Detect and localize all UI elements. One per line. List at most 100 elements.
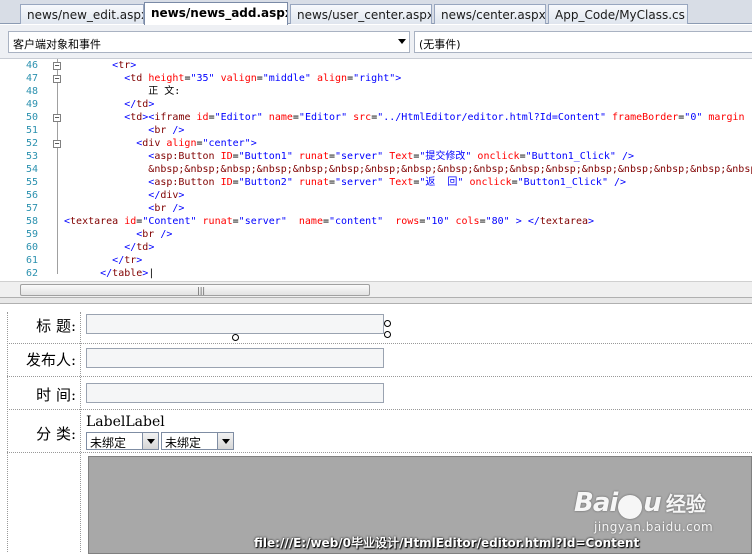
- table-border: [80, 312, 81, 552]
- code-line: 54 &nbsp;&nbsp;&nbsp;&nbsp;&nbsp;&nbsp;&…: [0, 163, 752, 176]
- iframe-source-path: file:///E:/web/0毕业设计/HtmlEditor/editor.h…: [254, 536, 640, 550]
- navigation-bar: 客户端对象和事件 (无事件): [0, 25, 752, 59]
- client-object-dropdown[interactable]: 客户端对象和事件: [8, 31, 410, 53]
- collapse-icon[interactable]: −: [53, 140, 61, 148]
- code-editor[interactable]: 46 − <tr> 47 − <td height="35" valign="midd…: [0, 59, 752, 281]
- line-number: 48: [25, 86, 38, 97]
- code-text: </div>: [148, 190, 185, 201]
- line-number: 58: [25, 216, 38, 227]
- label-control-text: LabelLabel: [86, 414, 165, 430]
- code-text: <td><iframe id="Editor" name="Editor" sr…: [124, 112, 745, 123]
- code-line: 57 <br />: [0, 202, 752, 215]
- collapse-icon[interactable]: −: [53, 114, 61, 122]
- code-text: <div align="center">: [136, 138, 257, 149]
- code-text: 正 文:: [64, 86, 181, 97]
- table-row-divider: [7, 343, 752, 344]
- code-line: 52 − <div align="center">: [0, 137, 752, 150]
- code-text: </table>|: [100, 268, 155, 279]
- table-row-divider: [7, 452, 752, 453]
- tab-label: news/center.aspx: [441, 8, 546, 22]
- line-number: 54: [25, 164, 38, 175]
- code-text: <br />: [148, 125, 185, 136]
- horizontal-scrollbar[interactable]: |||: [0, 281, 752, 297]
- code-line: 49 </td>: [0, 98, 752, 111]
- code-text: <asp:Button ID="Button2" runat="server" …: [148, 177, 627, 188]
- resize-handle[interactable]: [232, 334, 239, 341]
- line-number: 46: [25, 60, 38, 71]
- code-text: <td height="35" valign="middle" align="r…: [124, 73, 402, 84]
- watermark-url: jingyan.baidu.com: [594, 520, 714, 534]
- watermark-cn: 经验: [665, 492, 706, 516]
- tab-myclass[interactable]: App_Code/MyClass.cs: [548, 4, 688, 24]
- category-select-1[interactable]: 未绑定: [86, 432, 159, 450]
- line-number: 62: [25, 268, 38, 279]
- publisher-input[interactable]: [86, 348, 384, 368]
- watermark-brand: u: [643, 488, 661, 518]
- code-line: 48 正 文:: [0, 85, 752, 98]
- line-number: 52: [25, 138, 38, 149]
- resize-handle[interactable]: [384, 320, 391, 327]
- code-line: 59 <br />: [0, 228, 752, 241]
- watermark-brand: Bai: [574, 488, 618, 518]
- code-line: 58 <textarea id="Content" runat="server" …: [0, 215, 752, 228]
- line-number: 59: [25, 229, 38, 240]
- baidu-jingyan-watermark: Bai u 经验 jingyan.baidu.com: [574, 488, 713, 534]
- select-value: 未绑定: [165, 436, 202, 450]
- collapse-icon[interactable]: −: [53, 75, 61, 83]
- code-line: 53 <asp:Button ID="Button1" runat="serve…: [0, 150, 752, 163]
- tab-news-add[interactable]: news/news_add.aspx*: [144, 2, 288, 25]
- line-number: 57: [25, 203, 38, 214]
- line-number: 47: [25, 73, 38, 84]
- resize-handle[interactable]: [384, 331, 391, 338]
- line-number: 55: [25, 177, 38, 188]
- code-line: 47 − <td height="35" valign="middle" alig…: [0, 72, 752, 85]
- code-line: 46 − <tr>: [0, 59, 752, 72]
- code-text: <textarea id="Content" runat="server" na…: [64, 216, 595, 227]
- line-number: 56: [25, 190, 38, 201]
- line-number: 50: [25, 112, 38, 123]
- table-row-divider: [7, 376, 752, 377]
- chevron-down-icon: [217, 433, 233, 449]
- table-row-divider: [7, 409, 752, 410]
- tab-label: news/user_center.aspx: [297, 8, 432, 22]
- tab-user-center[interactable]: news/user_center.aspx: [290, 4, 432, 24]
- line-number: 49: [25, 99, 38, 110]
- line-number: 60: [25, 242, 38, 253]
- title-label: 标 题:: [36, 317, 76, 335]
- dropdown-value: 客户端对象和事件: [13, 38, 101, 51]
- code-text: <asp:Button ID="Button1" runat="server" …: [148, 151, 634, 162]
- code-line: 55 <asp:Button ID="Button2" runat="serve…: [0, 176, 752, 189]
- code-line: 50 − <td><iframe id="Editor" name="Editor…: [0, 111, 752, 124]
- tab-new-edit[interactable]: news/new_edit.aspx: [20, 4, 144, 24]
- code-text: <tr>: [112, 60, 137, 71]
- title-input[interactable]: [86, 314, 384, 334]
- scrollbar-thumb[interactable]: |||: [20, 284, 370, 296]
- select-value: 未绑定: [90, 436, 127, 450]
- code-line: 62 </table>|: [0, 267, 752, 280]
- code-line: 60 </td>: [0, 241, 752, 254]
- code-line: 56 </div>: [0, 189, 752, 202]
- event-dropdown[interactable]: (无事件): [414, 31, 752, 53]
- line-number: 53: [25, 151, 38, 162]
- code-text: </td>: [124, 99, 155, 110]
- code-line: 61 </tr>: [0, 254, 752, 267]
- dropdown-value: (无事件): [419, 38, 461, 51]
- category-label: 分 类:: [36, 425, 76, 443]
- time-input[interactable]: [86, 383, 384, 403]
- code-text: <br />: [148, 203, 185, 214]
- code-line: 51 <br />: [0, 124, 752, 137]
- ide-window: news/new_edit.aspx news/news_add.aspx* n…: [0, 0, 752, 554]
- code-text: </td>: [124, 242, 155, 253]
- grip-icon: |||: [197, 286, 206, 295]
- document-tab-strip: news/new_edit.aspx news/news_add.aspx* n…: [0, 0, 752, 25]
- code-text: </tr>: [112, 255, 143, 266]
- tab-label: news/news_add.aspx*: [151, 6, 288, 20]
- category-select-2[interactable]: 未绑定: [161, 432, 234, 450]
- time-label: 时 间:: [36, 386, 76, 404]
- collapse-icon[interactable]: −: [53, 62, 61, 70]
- tab-center[interactable]: news/center.aspx: [434, 4, 546, 24]
- paw-icon: [618, 494, 643, 519]
- chevron-down-icon: [142, 433, 158, 449]
- split-view-divider[interactable]: [0, 297, 752, 304]
- line-number: 51: [25, 125, 38, 136]
